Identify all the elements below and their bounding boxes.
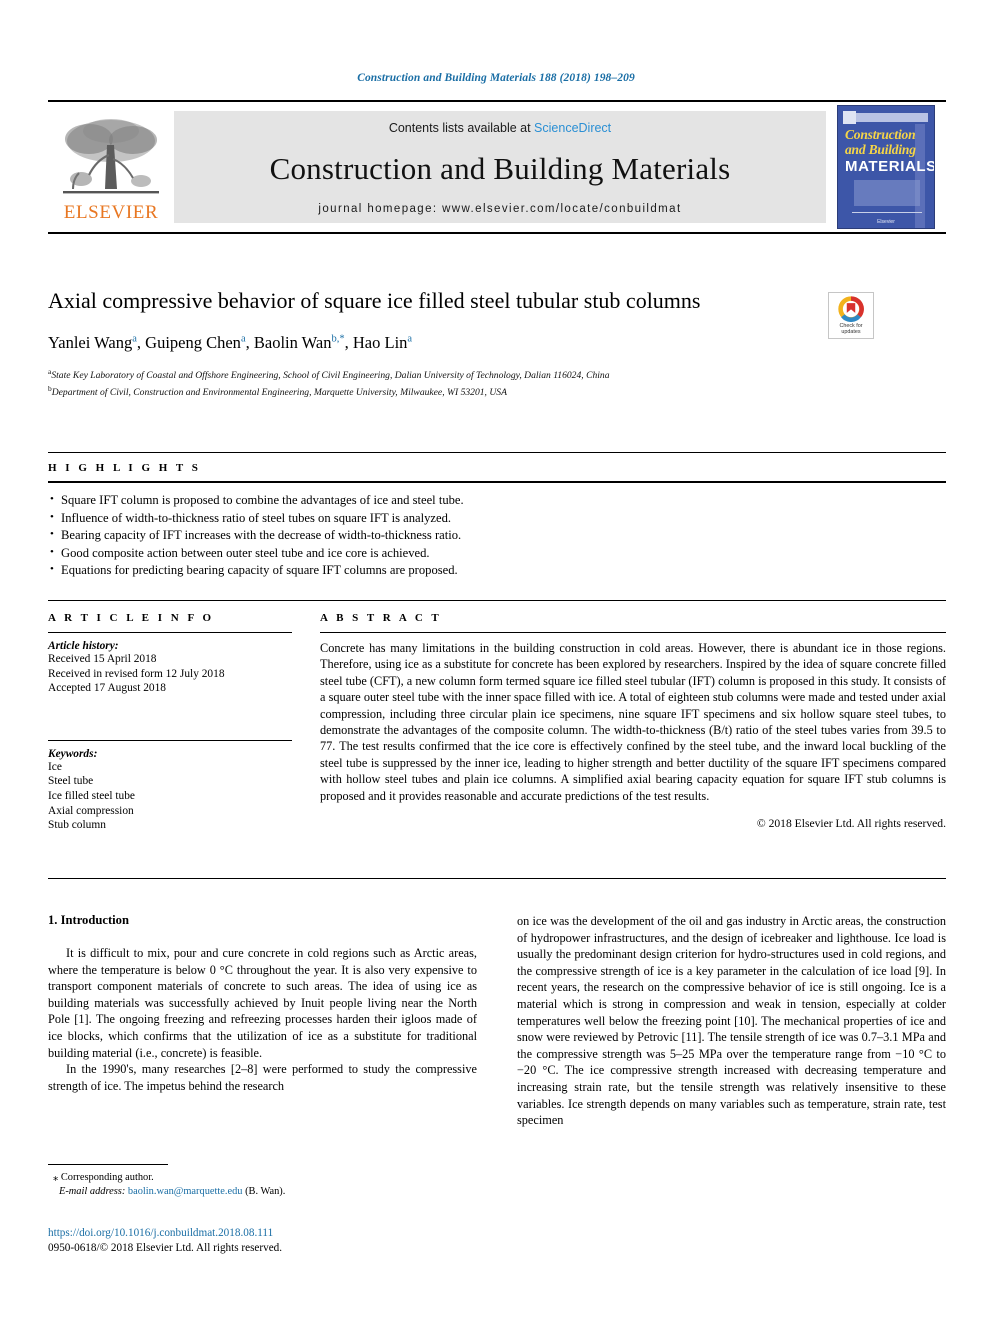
author-affiliation-mark: a xyxy=(132,333,137,345)
keywords-label: Keywords: xyxy=(48,747,98,760)
corresponding-author-note: ⁎ Corresponding author. xyxy=(53,1172,154,1183)
body-column-right: on ice was the development of the oil an… xyxy=(517,913,946,1129)
footnote-block: ⁎ Corresponding author. E-mail address: … xyxy=(48,1164,477,1198)
keyword: Axial compression xyxy=(48,804,134,817)
body-column-left: 1. Introduction It is difficult to mix, … xyxy=(48,913,477,1129)
affiliation-list: aState Key Laboratory of Coastal and Off… xyxy=(48,365,946,399)
article-history-label: Article history: xyxy=(48,640,119,652)
journal-homepage-link[interactable]: journal homepage: www.elsevier.com/locat… xyxy=(318,203,681,215)
paragraph: In the 1990's, many researches [2–8] wer… xyxy=(48,1062,477,1093)
cover-title-line1: Construction xyxy=(845,127,916,142)
article-info-divider xyxy=(48,632,292,633)
paragraph: It is difficult to mix, pour and cure co… xyxy=(48,946,477,1060)
abstract-divider xyxy=(320,632,946,633)
elsevier-tree-icon xyxy=(63,118,159,193)
doi-link[interactable]: https://doi.org/10.1016/j.conbuildmat.20… xyxy=(48,1226,548,1241)
keywords-block: Keywords: Ice Steel tube Ice filled stee… xyxy=(48,739,292,833)
body-top-rule xyxy=(48,878,946,879)
author: Baolin Wanb,* xyxy=(253,333,345,352)
crossmark-check-for-updates-badge[interactable]: Check for updates xyxy=(828,292,874,339)
elsevier-wordmark: ELSEVIER xyxy=(63,201,159,223)
abstract-column: A B S T R A C T Concrete has many limita… xyxy=(320,612,946,833)
abstract-copyright: © 2018 Elsevier Ltd. All rights reserved… xyxy=(756,817,946,831)
cover-artwork: Construction and Building MATERIALS Else… xyxy=(837,105,935,229)
list-item: Good composite action between outer stee… xyxy=(48,544,946,563)
article-history-item: Accepted 17 August 2018 xyxy=(48,682,166,695)
crossmark-icon xyxy=(838,296,864,322)
journal-cover-thumbnail[interactable]: Construction and Building MATERIALS Else… xyxy=(826,102,946,232)
journal-title: Construction and Building Materials xyxy=(269,151,731,186)
issn-copyright: 0950-0618/© 2018 Elsevier Ltd. All right… xyxy=(48,1242,283,1254)
highlights-heading: H I G H L I G H T S xyxy=(48,462,201,474)
highlights-section: H I G H L I G H T S Square IFT column is… xyxy=(48,462,946,580)
title-block: Axial compressive behavior of square ice… xyxy=(48,286,946,399)
keyword: Stub column xyxy=(48,819,106,832)
author-affiliation-mark: a xyxy=(240,333,246,345)
journal-masthead: ELSEVIER Contents lists available at Sci… xyxy=(48,100,946,234)
keywords-divider xyxy=(48,739,292,741)
cover-title-line2: and Building xyxy=(845,142,916,157)
highlights-divider xyxy=(48,481,946,483)
list-item: Influence of width-to-thickness ratio of… xyxy=(48,509,946,528)
cover-blurb-block xyxy=(854,180,920,206)
crossmark-label: Check for updates xyxy=(839,323,863,335)
highlights-top-rule xyxy=(48,452,946,453)
abstract-heading: A B S T R A C T xyxy=(320,612,442,624)
email-person: (B. Wan). xyxy=(245,1185,286,1197)
author: Hao Lina xyxy=(352,333,413,352)
corresponding-mark: ⁎ xyxy=(53,1172,59,1183)
body-columns: 1. Introduction It is difficult to mix, … xyxy=(48,913,946,1129)
email-link[interactable]: baolin.wan@marquette.edu xyxy=(128,1186,243,1197)
article-history-item: Received in revised form 12 July 2018 xyxy=(48,667,225,680)
paragraph: on ice was the development of the oil an… xyxy=(517,914,946,1128)
article-history-item: Received 15 April 2018 xyxy=(48,653,157,665)
author-list: Yanlei Wanga, Guipeng Chena, Baolin Wanb… xyxy=(48,333,413,352)
keyword: Ice xyxy=(48,760,62,773)
cover-title-line3: MATERIALS xyxy=(845,158,935,175)
cover-top-bar xyxy=(846,113,928,122)
author-affiliation-mark: a xyxy=(407,333,413,345)
elsevier-logo: ELSEVIER xyxy=(48,102,174,232)
keyword: Steel tube xyxy=(48,775,94,788)
running-head: Construction and Building Materials 188 … xyxy=(357,72,635,84)
contents-prefix: Contents lists available at xyxy=(388,121,535,135)
cover-divider xyxy=(852,212,922,213)
sciencedirect-link[interactable]: ScienceDirect xyxy=(534,121,611,135)
author: Guipeng Chena xyxy=(145,333,246,352)
email-label: E-mail address: xyxy=(59,1185,126,1197)
keyword: Ice filled steel tube xyxy=(48,789,135,802)
author-affiliation-mark: b,* xyxy=(331,333,345,345)
article-info-column: A R T I C L E I N F O Article history: R… xyxy=(48,612,292,833)
abstract-text: Concrete has many limitations in the bui… xyxy=(320,641,946,803)
cover-footer-text: Elsevier xyxy=(877,219,895,225)
abstract-top-rule xyxy=(48,600,946,601)
journal-band: Contents lists available at ScienceDirec… xyxy=(174,111,826,223)
section-heading-introduction: 1. Introduction xyxy=(48,913,129,927)
info-abstract-section: A R T I C L E I N F O Article history: R… xyxy=(48,612,946,833)
email-note: E-mail address: baolin.wan@marquette.edu… xyxy=(48,1185,477,1199)
article-info-heading: A R T I C L E I N F O xyxy=(48,612,215,624)
page-title: Axial compressive behavior of square ice… xyxy=(48,288,701,313)
list-item: Equations for predicting bearing capacit… xyxy=(48,561,946,580)
contents-available-line: Contents lists available at ScienceDirec… xyxy=(389,121,611,135)
footnote-rule xyxy=(48,1164,168,1165)
highlights-list: Square IFT column is proposed to combine… xyxy=(48,491,946,580)
list-item: Bearing capacity of IFT increases with t… xyxy=(48,526,946,545)
cover-publisher-mark xyxy=(843,111,856,124)
affiliation: bDepartment of Civil, Construction and E… xyxy=(48,384,507,399)
article-page: Construction and Building Materials 188 … xyxy=(0,0,992,1323)
affiliation: aState Key Laboratory of Coastal and Off… xyxy=(48,367,610,382)
list-item: Square IFT column is proposed to combine… xyxy=(48,491,946,510)
doi-block: https://doi.org/10.1016/j.conbuildmat.20… xyxy=(48,1226,548,1256)
author: Yanlei Wanga xyxy=(48,333,137,352)
